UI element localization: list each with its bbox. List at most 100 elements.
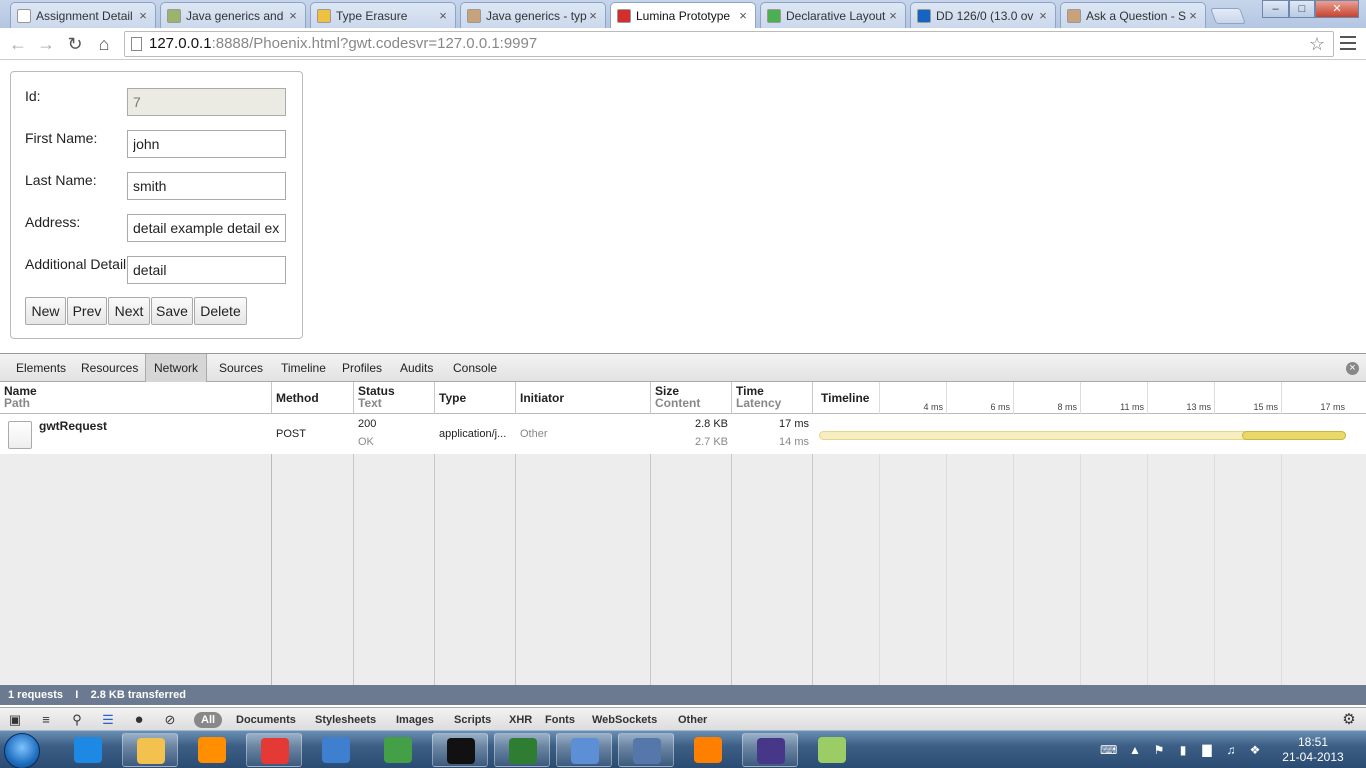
system-clock[interactable]: 18:51 21-04-2013 bbox=[1278, 735, 1348, 765]
taskbar-app-button[interactable] bbox=[618, 733, 674, 767]
filter-images[interactable]: Images bbox=[396, 712, 434, 728]
last-name-field[interactable] bbox=[127, 172, 286, 200]
tab-profiles[interactable]: Profiles bbox=[334, 354, 390, 382]
additional-detail-field[interactable] bbox=[127, 256, 286, 284]
tab-elements[interactable]: Elements bbox=[8, 354, 74, 382]
request-time: 17 ms bbox=[779, 418, 809, 430]
tab-sources[interactable]: Sources bbox=[211, 354, 271, 382]
search-icon[interactable]: ⚲ bbox=[69, 712, 85, 728]
taskbar-app-button[interactable] bbox=[308, 733, 364, 767]
maximize-button[interactable]: □ bbox=[1289, 0, 1315, 18]
favicon-icon bbox=[917, 8, 931, 23]
browser-tab[interactable]: Java generics - typ × bbox=[460, 2, 606, 28]
initiator-header-title: Initiator bbox=[520, 391, 564, 405]
taskbar-app-button[interactable] bbox=[432, 733, 488, 767]
filter-websockets[interactable]: WebSockets bbox=[592, 712, 657, 728]
taskbar-app-button[interactable] bbox=[556, 733, 612, 767]
network-signal-icon[interactable]: ▇ bbox=[1200, 743, 1214, 757]
taskbar-app-button[interactable] bbox=[122, 733, 178, 767]
home-icon[interactable]: ⌂ bbox=[92, 32, 116, 56]
keyboard-icon[interactable]: ⌨ bbox=[1100, 743, 1117, 757]
next-button[interactable]: Next bbox=[108, 297, 150, 325]
method-column-header[interactable]: Method bbox=[272, 382, 354, 414]
save-button[interactable]: Save bbox=[151, 297, 193, 325]
delete-button[interactable]: Delete bbox=[194, 297, 247, 325]
close-devtools-icon[interactable]: × bbox=[1346, 362, 1359, 375]
browser-tab[interactable]: Java generics and × bbox=[160, 2, 306, 28]
close-tab-icon[interactable]: × bbox=[587, 8, 599, 23]
action-center-flag-icon[interactable]: ⚑ bbox=[1152, 743, 1166, 757]
request-name-cell[interactable]: gwtRequest bbox=[0, 414, 272, 454]
filter-xhr[interactable]: XHR bbox=[509, 712, 532, 728]
dropbox-icon[interactable]: ❖ bbox=[1248, 743, 1262, 757]
tab-resources[interactable]: Resources bbox=[73, 354, 146, 382]
forward-icon[interactable]: → bbox=[34, 32, 58, 56]
filter-fonts[interactable]: Fonts bbox=[545, 712, 575, 728]
close-tab-icon[interactable]: × bbox=[1187, 8, 1199, 23]
timeline-tick-label: 6 ms bbox=[990, 402, 1010, 412]
taskbar-app-button[interactable] bbox=[742, 733, 798, 767]
battery-icon[interactable]: ▮ bbox=[1176, 743, 1190, 757]
address-field[interactable] bbox=[127, 214, 286, 242]
close-tab-icon[interactable]: × bbox=[887, 8, 899, 23]
taskbar-app-button[interactable] bbox=[494, 733, 550, 767]
tab-console[interactable]: Console bbox=[445, 354, 505, 382]
tab-timeline[interactable]: Timeline bbox=[273, 354, 334, 382]
taskbar-app-button[interactable] bbox=[804, 733, 860, 767]
close-window-button[interactable]: ✕ bbox=[1315, 0, 1359, 18]
timeline-column-header[interactable]: Timeline bbox=[813, 382, 1366, 414]
address-bar[interactable]: 127.0.0.1:8888/Phoenix.html?gwt.codesvr=… bbox=[124, 31, 1334, 57]
name-column-header[interactable]: Name Path bbox=[0, 382, 272, 414]
close-tab-icon[interactable]: × bbox=[137, 8, 149, 23]
close-tab-icon[interactable]: × bbox=[737, 8, 749, 23]
show-hidden-icons-icon[interactable]: ▲ bbox=[1128, 743, 1142, 757]
back-icon[interactable]: ← bbox=[6, 32, 30, 56]
start-button[interactable] bbox=[4, 733, 40, 768]
console-drawer-icon[interactable]: ≡ bbox=[38, 712, 54, 728]
devtools-bottom-bar: ▣ ≡ ⚲ ☰ ● ⊘ All Documents Stylesheets Im… bbox=[0, 707, 1366, 731]
first-name-field[interactable] bbox=[127, 130, 286, 158]
id-field[interactable] bbox=[127, 88, 286, 116]
filter-all[interactable]: All bbox=[194, 712, 223, 728]
browser-tab[interactable]: Ask a Question - S × bbox=[1060, 2, 1206, 28]
url-path: :8888/Phoenix.html?gwt.codesvr=127.0.0.1… bbox=[211, 35, 538, 52]
size-column-header[interactable]: Size Content bbox=[651, 382, 732, 414]
close-tab-icon[interactable]: × bbox=[437, 8, 449, 23]
dock-icon[interactable]: ▣ bbox=[7, 712, 23, 728]
time-column-header[interactable]: Time Latency bbox=[732, 382, 813, 414]
status-column-header[interactable]: Status Text bbox=[354, 382, 435, 414]
browser-tab[interactable]: Lumina Prototype × bbox=[610, 2, 756, 28]
filter-scripts[interactable]: Scripts bbox=[454, 712, 491, 728]
taskbar-app-button[interactable] bbox=[60, 733, 116, 767]
tab-network[interactable]: Network bbox=[145, 354, 208, 382]
taskbar-app-button[interactable] bbox=[184, 733, 240, 767]
clear-icon[interactable]: ⊘ bbox=[162, 712, 178, 728]
new-button[interactable]: New bbox=[25, 297, 66, 325]
tab-title: DD 126/0 (13.0 ov bbox=[936, 8, 1034, 23]
taskbar-app-button[interactable] bbox=[370, 733, 426, 767]
initiator-column-header[interactable]: Initiator bbox=[516, 382, 651, 414]
browser-tab[interactable]: Assignment Detail × bbox=[10, 2, 156, 28]
large-rows-icon[interactable]: ☰ bbox=[100, 712, 116, 728]
taskbar-app-button[interactable] bbox=[246, 733, 302, 767]
type-column-header[interactable]: Type bbox=[435, 382, 516, 414]
volume-icon[interactable]: ♫ bbox=[1224, 743, 1238, 757]
reload-icon[interactable]: ↻ bbox=[63, 32, 87, 56]
browser-tab[interactable]: Type Erasure × bbox=[310, 2, 456, 28]
browser-tab[interactable]: DD 126/0 (13.0 ov × bbox=[910, 2, 1056, 28]
browser-tab[interactable]: Declarative Layout × bbox=[760, 2, 906, 28]
taskbar-app-button[interactable] bbox=[680, 733, 736, 767]
close-tab-icon[interactable]: × bbox=[1037, 8, 1049, 23]
filter-documents[interactable]: Documents bbox=[236, 712, 296, 728]
tab-audits[interactable]: Audits bbox=[392, 354, 441, 382]
filter-stylesheets[interactable]: Stylesheets bbox=[315, 712, 376, 728]
prev-button[interactable]: Prev bbox=[67, 297, 107, 325]
menu-icon[interactable] bbox=[1340, 36, 1356, 54]
bookmark-star-icon[interactable]: ☆ bbox=[1309, 32, 1325, 56]
filter-other[interactable]: Other bbox=[678, 712, 707, 728]
new-tab-button[interactable] bbox=[1210, 8, 1246, 24]
settings-gear-icon[interactable]: ⚙ bbox=[1341, 712, 1357, 728]
minimize-button[interactable]: – bbox=[1262, 0, 1289, 18]
close-tab-icon[interactable]: × bbox=[287, 8, 299, 23]
record-icon[interactable]: ● bbox=[131, 712, 147, 728]
